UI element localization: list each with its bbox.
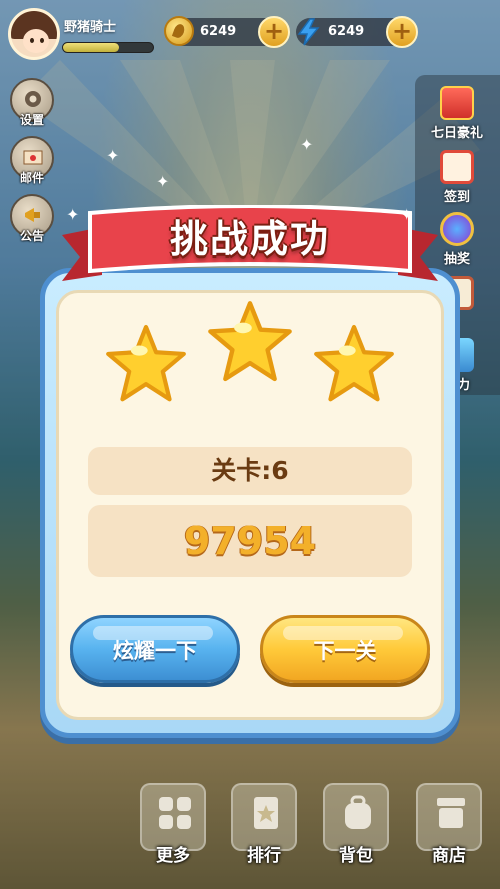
more-label: 更多 (156, 846, 190, 866)
add-coins-button[interactable]: + (258, 16, 290, 48)
mail-icon (23, 150, 43, 165)
backpack-button[interactable]: 背包 (323, 783, 389, 866)
sparkle-icon: ✦ (300, 135, 314, 154)
share-button-label: 炫耀一下 (113, 639, 197, 663)
mail-button[interactable]: 邮件 (10, 136, 54, 185)
energy-counter: 6249 + (296, 16, 418, 48)
sparkle-icon: ✦ (106, 146, 120, 165)
star-icon (106, 324, 186, 402)
sparkle-icon: ✦ (66, 205, 80, 224)
coin-counter: 6249 + (164, 16, 290, 48)
coin-icon (164, 16, 194, 46)
ranking-button[interactable]: 排行 (231, 783, 297, 866)
star-icon (314, 324, 394, 402)
lightning-icon (297, 18, 320, 46)
settings-label: 设置 (19, 113, 44, 127)
player-avatar[interactable] (8, 8, 60, 60)
settings-button[interactable]: 设置 (10, 78, 54, 127)
grid-icon (159, 797, 191, 829)
check-in-label: 签到 (443, 190, 470, 205)
star-icon (208, 301, 292, 382)
check-in-button[interactable]: 签到 (422, 150, 492, 205)
shop-icon (437, 798, 465, 828)
seven-day-gift-label: 七日豪礼 (430, 126, 483, 141)
level-label: 关卡:6 (88, 447, 412, 495)
next-level-button[interactable]: 下一关 (260, 615, 430, 683)
sparkle-icon: ✦ (400, 205, 414, 224)
shop-button[interactable]: 商店 (416, 783, 482, 866)
xp-bar (62, 42, 154, 53)
backpack-icon (345, 795, 371, 829)
mail-label: 邮件 (19, 171, 44, 185)
score-value: 97954 (88, 505, 412, 577)
more-button[interactable]: 更多 (140, 783, 206, 866)
ranking-label: 排行 (247, 846, 281, 866)
calendar-check-icon (440, 150, 474, 184)
add-energy-button[interactable]: + (386, 16, 418, 48)
gift-icon (440, 86, 474, 120)
sparkle-icon: ✦ (156, 172, 170, 191)
player-name: 野猪骑士 (64, 20, 117, 35)
coin-value: 6249 (200, 24, 237, 39)
ranking-icon (254, 797, 278, 829)
backpack-label: 背包 (339, 846, 373, 866)
shop-label: 商店 (432, 846, 466, 866)
gear-icon (25, 91, 41, 107)
share-button[interactable]: 炫耀一下 (70, 615, 240, 683)
next-level-button-label: 下一关 (313, 639, 377, 663)
seven-day-gift-button[interactable]: 七日豪礼 (422, 86, 492, 141)
energy-value: 6249 (328, 24, 365, 39)
